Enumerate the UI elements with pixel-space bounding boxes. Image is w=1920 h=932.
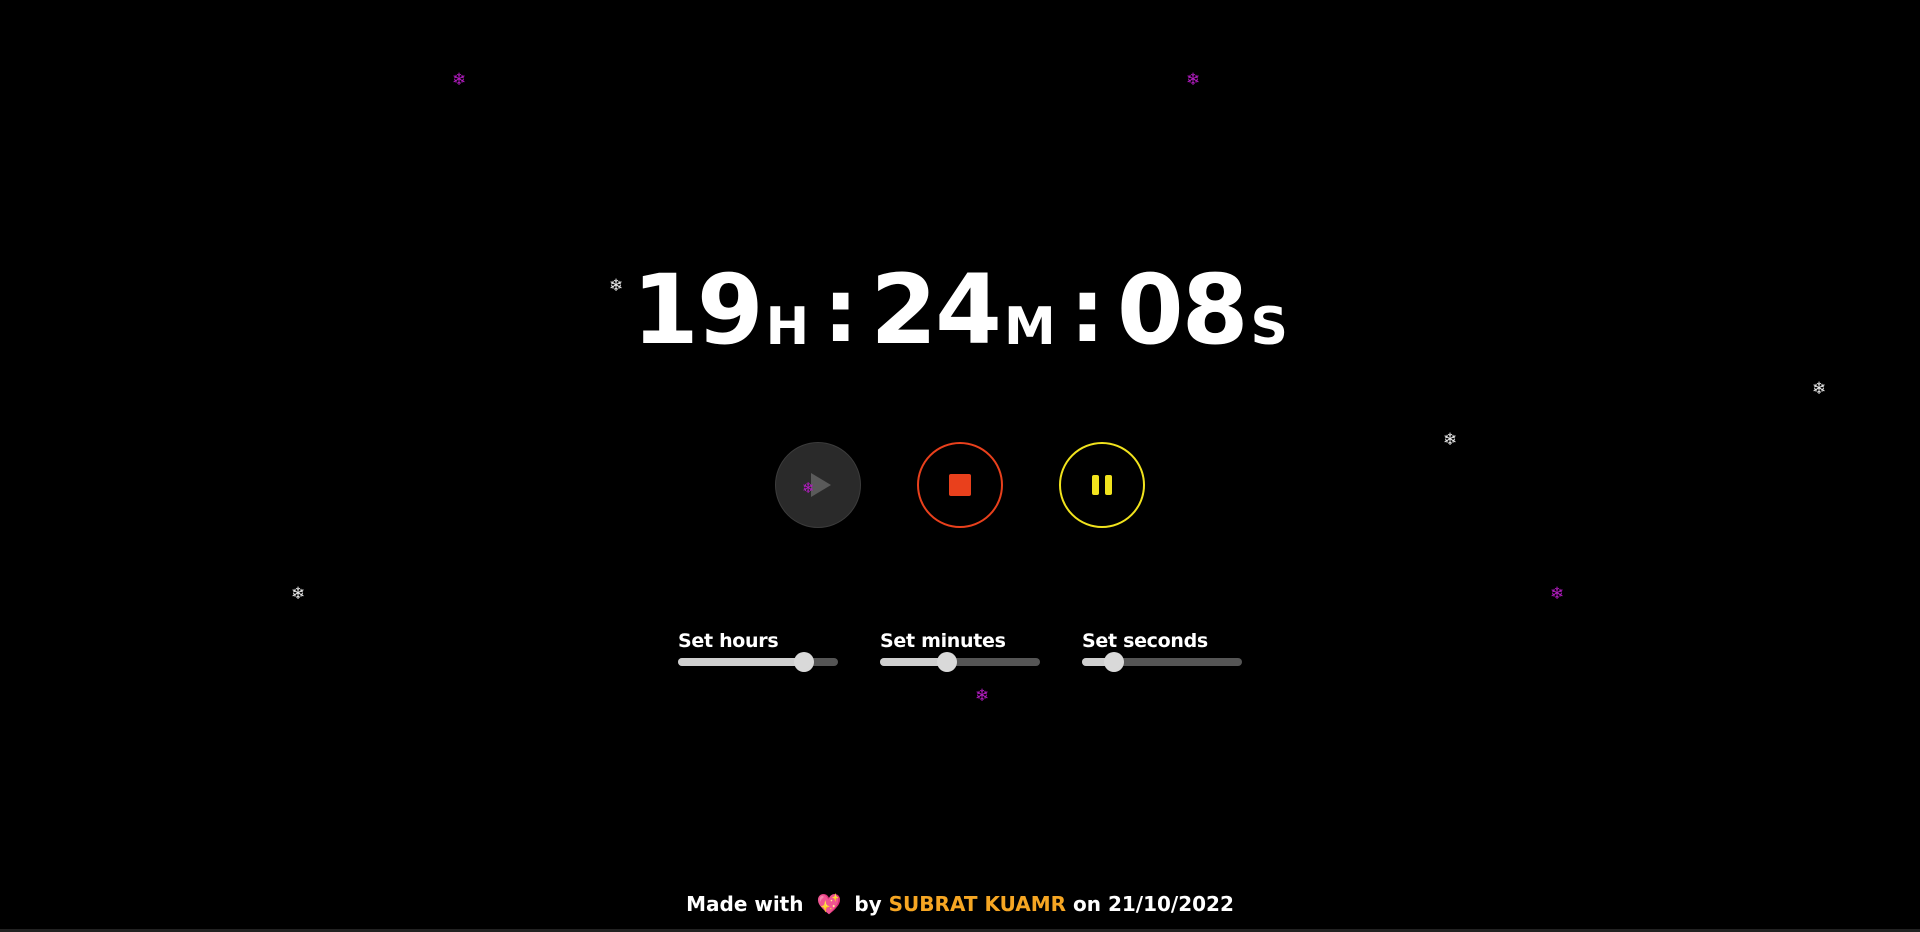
hours-value: 19 <box>632 254 764 366</box>
footer-on: on <box>1073 892 1101 916</box>
seconds-slider-thumb[interactable] <box>1104 652 1124 672</box>
author-link[interactable]: SUBRAT KUAMR <box>889 892 1066 916</box>
seconds-unit: S <box>1250 297 1288 357</box>
minutes-slider-thumb[interactable] <box>937 652 958 672</box>
snowflake-icon: ❄ <box>975 686 990 706</box>
minutes-slider-label: Set minutes <box>880 630 1006 652</box>
hours-slider: Set hours <box>678 630 838 672</box>
footer-prefix: Made with <box>686 892 804 916</box>
minutes-value: 24 <box>870 254 1002 366</box>
hours-slider-thumb[interactable] <box>794 652 815 672</box>
snowflake-icon: ❄ <box>1550 584 1565 604</box>
minutes-slider-track[interactable] <box>880 652 1040 672</box>
seconds-value: 08 <box>1116 254 1249 366</box>
heart-icon: 💖 <box>816 892 842 916</box>
footer-date: 21/10/2022 <box>1107 892 1234 916</box>
snowflake-icon: ❄ <box>1812 379 1827 399</box>
hours-slider-track[interactable] <box>678 652 838 672</box>
footer-by: by <box>854 892 882 916</box>
seconds-slider: Set seconds <box>1082 630 1242 672</box>
timer-app: ❄ ❄ ❄ ❄ ❄ ❄ ❄ ❄ 19 H : 24 M : 08 S ❄ Set… <box>0 0 1920 932</box>
timer-controls: ❄ <box>0 442 1920 528</box>
footer-credit: Made with 💖 by SUBRAT KUAMR on 21/10/202… <box>0 892 1920 916</box>
timer-display: 19 H : 24 M : 08 S <box>0 262 1920 358</box>
seconds-slider-label: Set seconds <box>1082 630 1208 652</box>
hours-unit: H <box>765 297 810 357</box>
pause-button[interactable] <box>1059 442 1145 528</box>
time-sliders: Set hours Set minutes Set seconds <box>678 630 1242 672</box>
stop-icon <box>949 474 971 496</box>
snowflake-icon: ❄ <box>1186 70 1201 90</box>
snowflake-icon: ❄ <box>291 584 306 604</box>
stop-button[interactable] <box>917 442 1003 528</box>
hours-slider-label: Set hours <box>678 630 779 652</box>
snowflake-icon: ❄ <box>802 479 815 497</box>
play-button[interactable]: ❄ <box>775 442 861 528</box>
time-separator: : <box>823 259 858 362</box>
seconds-slider-track[interactable] <box>1082 652 1242 672</box>
time-separator: : <box>1069 259 1105 362</box>
minutes-unit: M <box>1003 297 1056 357</box>
hours-slider-fill <box>678 658 805 666</box>
minutes-slider: Set minutes <box>880 630 1040 672</box>
snowflake-icon: ❄ <box>452 70 467 90</box>
pause-icon <box>1092 475 1112 495</box>
